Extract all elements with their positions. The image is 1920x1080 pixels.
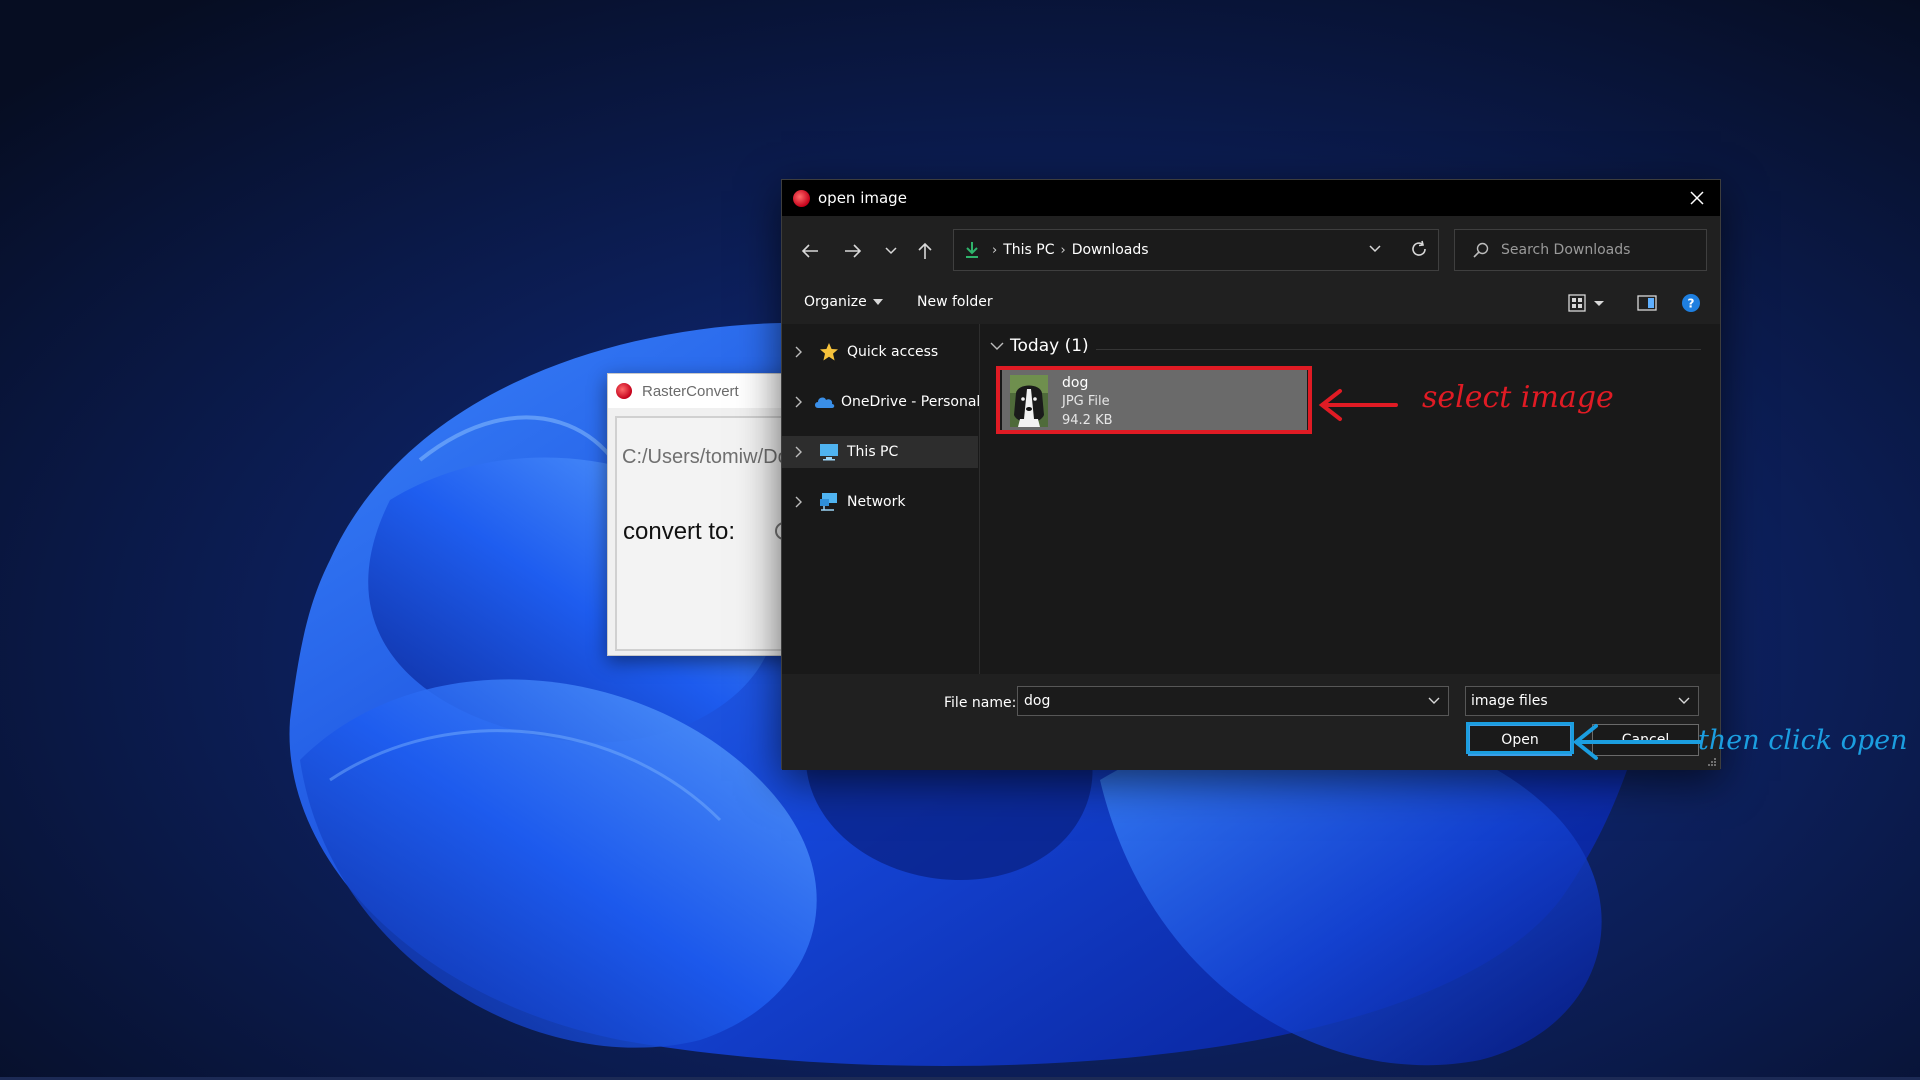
chevron-down-icon: [885, 247, 897, 255]
chevron-right-icon: [795, 496, 809, 508]
chevron-down-icon: [990, 342, 1004, 350]
command-toolbar: Organize New folder ?: [782, 284, 1720, 324]
file-type-value: image files: [1471, 693, 1548, 709]
sidebar-item-network[interactable]: Network: [782, 486, 978, 518]
arrow-left-icon: [801, 244, 818, 258]
chevron-down-icon[interactable]: [1428, 697, 1440, 705]
rasterconvert-titlebar[interactable]: RasterConvert: [608, 374, 796, 408]
file-name-label: File name:: [944, 695, 1017, 711]
up-button[interactable]: [910, 236, 940, 266]
new-folder-label: New folder: [917, 294, 993, 310]
rasterconvert-window[interactable]: RasterConvert C:/Users/tomiw/Do convert …: [607, 373, 797, 656]
search-box[interactable]: [1454, 229, 1707, 271]
breadcrumb-this-pc[interactable]: This PC: [1003, 242, 1054, 258]
group-header-label: Today (1): [1010, 336, 1089, 356]
view-options-button[interactable]: [1568, 293, 1606, 313]
group-header[interactable]: Today (1): [990, 336, 1089, 356]
chevron-down-icon: [1369, 245, 1381, 253]
rasterconvert-panel: C:/Users/tomiw/Do convert to:: [615, 416, 796, 651]
open-button-highlight: [1466, 722, 1574, 754]
close-icon: [1690, 191, 1704, 205]
group-divider: [1096, 349, 1701, 350]
help-button[interactable]: ?: [1681, 293, 1701, 313]
organize-label: Organize: [804, 294, 867, 310]
file-name-input[interactable]: dog: [1024, 693, 1428, 709]
sidebar-item-this-pc[interactable]: This PC: [782, 436, 978, 468]
preview-pane-button[interactable]: [1637, 293, 1657, 313]
chevron-down-icon: [1678, 697, 1690, 705]
click-open-annotation: then click open: [1698, 725, 1908, 756]
refresh-icon: [1412, 240, 1426, 256]
help-icon: ?: [1682, 294, 1700, 312]
cloud-icon: [813, 394, 835, 410]
dialog-titlebar[interactable]: open image: [782, 180, 1720, 216]
search-input[interactable]: [1501, 242, 1681, 258]
select-image-annotation: select image: [1422, 380, 1614, 415]
chevron-right-icon: [795, 346, 809, 358]
view-icon: [1568, 294, 1604, 312]
resize-grip-icon[interactable]: [1707, 757, 1717, 767]
app-icon: [616, 383, 632, 399]
arrow-up-icon: [918, 242, 932, 259]
navigation-pane: Quick access OneDrive - Personal This PC…: [782, 324, 980, 674]
refresh-button[interactable]: [1410, 240, 1428, 262]
file-name-combobox[interactable]: dog: [1017, 686, 1449, 716]
sidebar-item-label: OneDrive - Personal: [841, 394, 981, 410]
sidebar-item-quick-access[interactable]: Quick access: [782, 336, 978, 368]
network-icon: [819, 492, 841, 512]
caret-down-icon: [872, 299, 883, 305]
select-image-highlight: [996, 366, 1312, 434]
new-folder-button[interactable]: New folder: [917, 294, 993, 310]
preview-pane-icon: [1637, 295, 1657, 311]
convert-to-label: convert to:: [623, 518, 736, 545]
organize-menu[interactable]: Organize: [804, 294, 883, 310]
arrow-right-icon: [845, 244, 862, 258]
sidebar-item-label: Network: [847, 494, 906, 510]
rasterconvert-title: RasterConvert: [642, 382, 739, 400]
navigation-bar: › This PC › Downloads: [782, 216, 1720, 284]
app-icon: [793, 189, 810, 207]
sidebar-item-label: Quick access: [847, 344, 939, 360]
recent-locations-button[interactable]: [876, 236, 906, 266]
sidebar-item-label: This PC: [847, 444, 899, 460]
search-icon: [1473, 242, 1489, 258]
chevron-right-icon: [795, 446, 809, 458]
address-bar[interactable]: › This PC › Downloads: [953, 229, 1439, 271]
address-dropdown-button[interactable]: [1368, 240, 1382, 259]
red-arrow-icon: [1318, 389, 1398, 421]
back-button[interactable]: [795, 236, 825, 266]
open-image-dialog: open image › This PC › Downloads Search …: [781, 179, 1721, 770]
star-icon: [819, 342, 841, 362]
breadcrumb-separator: ›: [1060, 242, 1066, 258]
sidebar-item-onedrive[interactable]: OneDrive - Personal: [782, 386, 981, 418]
close-button[interactable]: [1682, 184, 1712, 212]
forward-button[interactable]: [838, 236, 868, 266]
breadcrumb-downloads[interactable]: Downloads: [1072, 242, 1149, 258]
blue-arrow-icon: [1572, 724, 1702, 760]
path-field[interactable]: C:/Users/tomiw/Do: [622, 446, 789, 469]
breadcrumb-separator: ›: [992, 242, 998, 258]
file-type-select[interactable]: image files: [1465, 686, 1699, 716]
chevron-right-icon: [795, 396, 803, 408]
svg-text:?: ?: [1688, 297, 1695, 311]
dialog-title: open image: [818, 189, 907, 207]
download-icon: [964, 241, 980, 259]
monitor-icon: [819, 443, 841, 461]
